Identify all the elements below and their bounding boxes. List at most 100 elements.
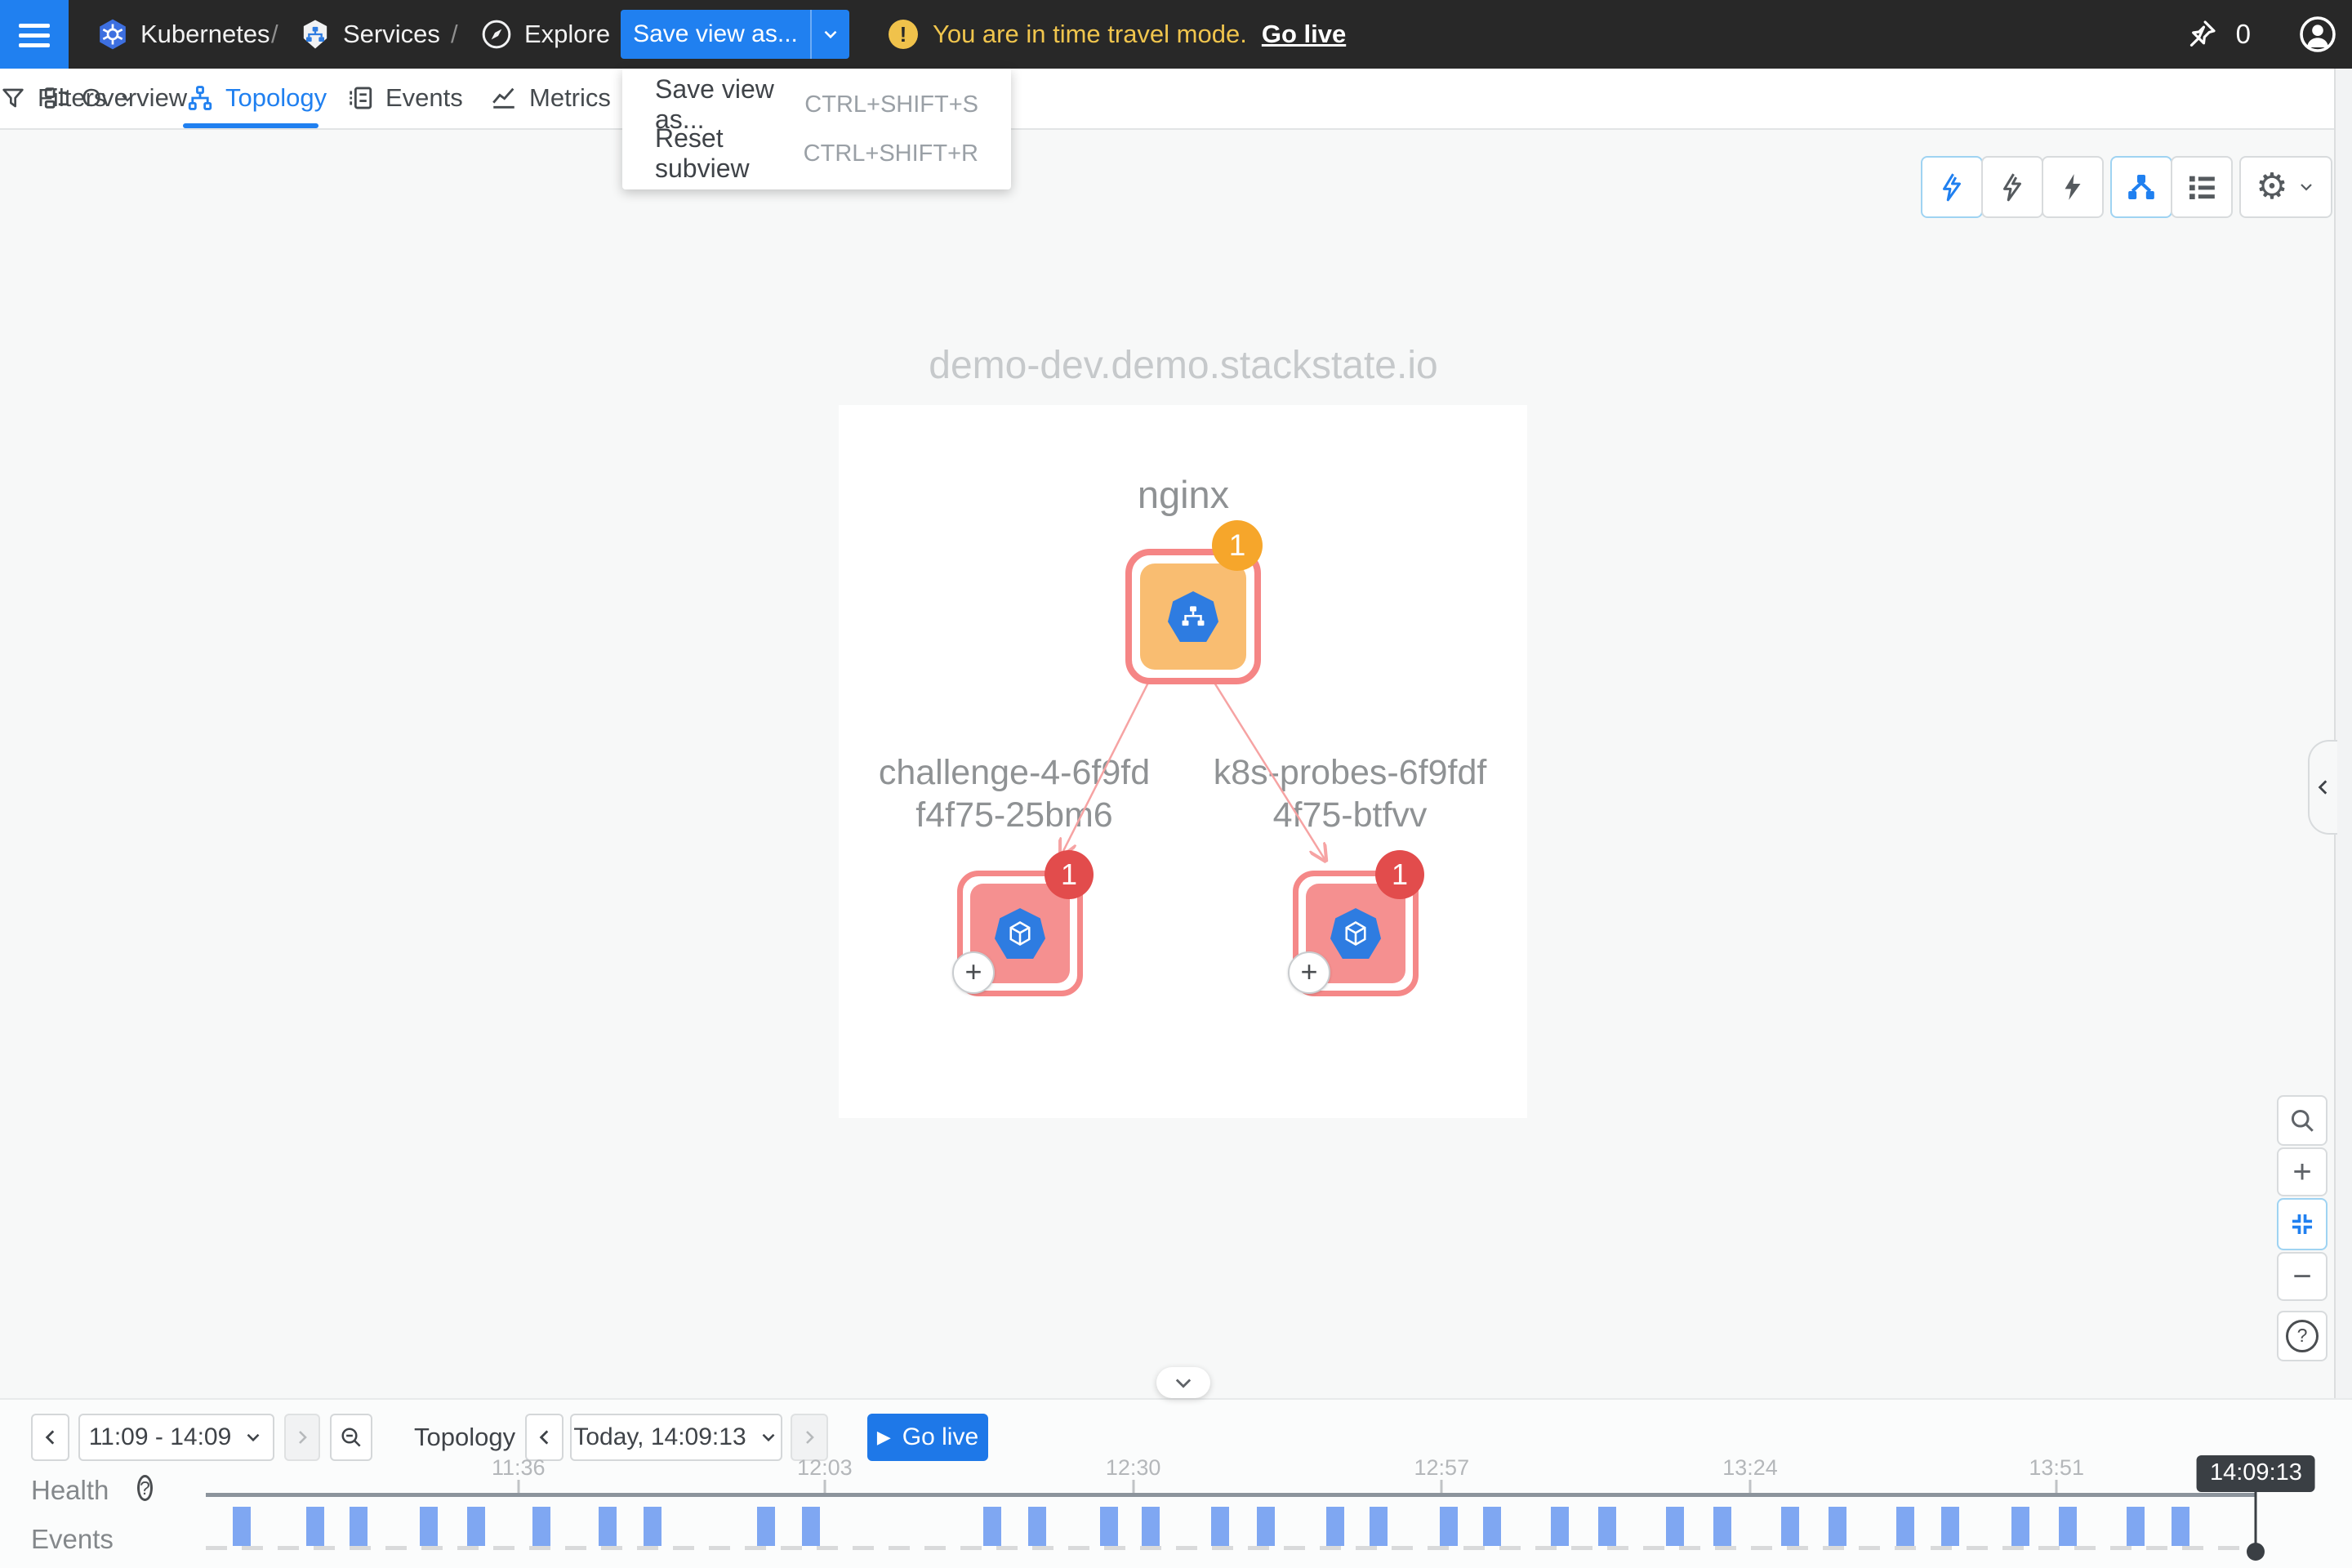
event-bar[interactable] bbox=[532, 1507, 550, 1546]
timeline-tick-mark bbox=[517, 1480, 519, 1493]
event-bar[interactable] bbox=[1666, 1507, 1684, 1546]
topbar-right-group: 0 bbox=[2185, 0, 2337, 69]
event-bar[interactable] bbox=[233, 1507, 251, 1546]
view-tab-bar: Overview Topology Events Metrics Filter bbox=[0, 69, 2352, 130]
breadcrumb-kubernetes[interactable]: Kubernetes bbox=[140, 0, 270, 69]
event-bar[interactable] bbox=[1326, 1507, 1344, 1546]
event-bar[interactable] bbox=[1483, 1507, 1501, 1546]
event-bar[interactable] bbox=[1370, 1507, 1388, 1546]
event-bar[interactable] bbox=[1142, 1507, 1160, 1546]
canvas-search-button[interactable] bbox=[2277, 1095, 2328, 1146]
event-bar[interactable] bbox=[1896, 1507, 1914, 1546]
event-bar[interactable] bbox=[802, 1507, 820, 1546]
tab-topology[interactable]: Topology bbox=[186, 69, 327, 127]
timeline-tick-label: 12:30 bbox=[1106, 1455, 1161, 1481]
filter-funnel-icon bbox=[0, 85, 26, 111]
metrics-icon bbox=[490, 84, 518, 112]
kubernetes-service-icon bbox=[1168, 591, 1218, 642]
event-bar[interactable] bbox=[1598, 1507, 1616, 1546]
event-bar[interactable] bbox=[1028, 1507, 1046, 1546]
breadcrumb-services[interactable]: Services bbox=[343, 0, 440, 69]
hamburger-menu-button[interactable] bbox=[0, 0, 69, 69]
event-bar[interactable] bbox=[2127, 1507, 2145, 1546]
go-live-link[interactable]: Go live bbox=[1262, 20, 1346, 49]
tab-metrics[interactable]: Metrics bbox=[490, 69, 611, 127]
zoom-out-button[interactable]: − bbox=[2277, 1252, 2328, 1301]
user-avatar-icon[interactable] bbox=[2298, 15, 2337, 54]
lightning-bolt-outline-icon bbox=[1997, 172, 2028, 203]
health-row-label: Health bbox=[31, 1475, 109, 1506]
event-bar[interactable] bbox=[757, 1507, 775, 1546]
event-bar[interactable] bbox=[1440, 1507, 1458, 1546]
menu-item-save-view-as[interactable]: Save view as... CTRL+SHIFT+S bbox=[622, 80, 1011, 129]
timeline-tick-mark bbox=[1132, 1480, 1134, 1493]
overview-icon bbox=[42, 84, 70, 112]
cluster-title: demo-dev.demo.stackstate.io bbox=[840, 343, 1526, 388]
warning-text: You are in time travel mode. bbox=[933, 20, 1247, 49]
event-bar[interactable] bbox=[2172, 1507, 2189, 1546]
pin-count: 0 bbox=[2236, 19, 2251, 50]
visualizer-bolt-outline-active-button[interactable] bbox=[1921, 156, 1983, 218]
services-icon bbox=[299, 18, 332, 51]
menu-item-shortcut: CTRL+SHIFT+R bbox=[804, 140, 978, 167]
save-view-caret-button[interactable] bbox=[810, 10, 849, 59]
breadcrumb-explore[interactable]: Explore bbox=[524, 0, 610, 69]
event-bar[interactable] bbox=[1257, 1507, 1275, 1546]
event-bar[interactable] bbox=[1211, 1507, 1229, 1546]
health-help-button[interactable]: ? bbox=[137, 1475, 153, 1501]
kubernetes-pod-icon bbox=[1330, 908, 1381, 959]
event-bar[interactable] bbox=[1781, 1507, 1799, 1546]
menu-item-reset-subview[interactable]: Reset subview CTRL+SHIFT+R bbox=[622, 129, 1011, 178]
event-bar[interactable] bbox=[983, 1507, 1001, 1546]
event-bar[interactable] bbox=[599, 1507, 617, 1546]
timeline-tick-label: 12:03 bbox=[797, 1455, 853, 1481]
zoom-in-button[interactable]: + bbox=[2277, 1147, 2328, 1196]
health-timeline-line[interactable] bbox=[206, 1493, 2256, 1497]
save-view-as-button[interactable]: Save view as... bbox=[621, 10, 849, 59]
event-bar[interactable] bbox=[1829, 1507, 1846, 1546]
tab-overview-label: Overview bbox=[82, 83, 187, 113]
event-bar[interactable] bbox=[306, 1507, 324, 1546]
event-bar[interactable] bbox=[1713, 1507, 1731, 1546]
pin-icon[interactable] bbox=[2185, 18, 2218, 51]
chevron-down-icon bbox=[820, 24, 841, 45]
tab-events[interactable]: Events bbox=[346, 69, 463, 127]
event-bar[interactable] bbox=[644, 1507, 662, 1546]
topology-view-mode-button[interactable] bbox=[2110, 156, 2172, 218]
visualizer-bolt-outline-button[interactable] bbox=[1981, 156, 2043, 218]
node-k8s-probes-badge[interactable]: 1 bbox=[1375, 850, 1424, 899]
time-travel-marker-dot[interactable] bbox=[2247, 1543, 2265, 1561]
event-bar[interactable] bbox=[467, 1507, 485, 1546]
event-bar[interactable] bbox=[1941, 1507, 1959, 1546]
edge-nginx-to-challenge[interactable] bbox=[1062, 676, 1152, 854]
expand-node-button[interactable]: + bbox=[952, 951, 995, 994]
event-bar[interactable] bbox=[2011, 1507, 2029, 1546]
node-nginx-badge[interactable]: 1 bbox=[1212, 520, 1263, 571]
save-view-as-label: Save view as... bbox=[621, 20, 810, 48]
zoom-fit-button[interactable] bbox=[2277, 1198, 2328, 1250]
gear-icon: ⚙ bbox=[2256, 169, 2287, 205]
visualizer-bolt-filled-button[interactable] bbox=[2042, 156, 2104, 218]
tab-overview[interactable]: Overview bbox=[42, 69, 187, 127]
timeline-tick-label: 13:51 bbox=[2029, 1455, 2084, 1481]
event-bar[interactable] bbox=[420, 1507, 438, 1546]
help-button[interactable]: ? bbox=[2277, 1311, 2328, 1361]
list-view-mode-button[interactable] bbox=[2171, 156, 2233, 218]
active-tab-underline bbox=[183, 123, 318, 128]
graph-view-icon bbox=[2125, 171, 2158, 203]
timeline-track[interactable]: 14:09:13 11:3612:0312:3012:5713:2413:51 bbox=[206, 1398, 2262, 1568]
canvas-settings-button[interactable]: ⚙ bbox=[2239, 156, 2332, 218]
topology-icon bbox=[186, 84, 214, 112]
time-travel-marker-line[interactable] bbox=[2255, 1486, 2257, 1552]
right-panel-expand-handle[interactable] bbox=[2308, 740, 2337, 835]
edge-nginx-to-k8s-probes[interactable] bbox=[1210, 676, 1325, 859]
range-back-button[interactable] bbox=[31, 1414, 69, 1461]
event-bar[interactable] bbox=[350, 1507, 368, 1546]
event-bar[interactable] bbox=[1551, 1507, 1569, 1546]
timeline-collapse-handle[interactable] bbox=[1156, 1367, 1210, 1398]
event-bar[interactable] bbox=[1100, 1507, 1118, 1546]
breadcrumb-separator: / bbox=[271, 0, 278, 69]
event-bar[interactable] bbox=[2059, 1507, 2077, 1546]
expand-node-button[interactable]: + bbox=[1288, 951, 1330, 994]
node-challenge-badge[interactable]: 1 bbox=[1045, 850, 1094, 899]
